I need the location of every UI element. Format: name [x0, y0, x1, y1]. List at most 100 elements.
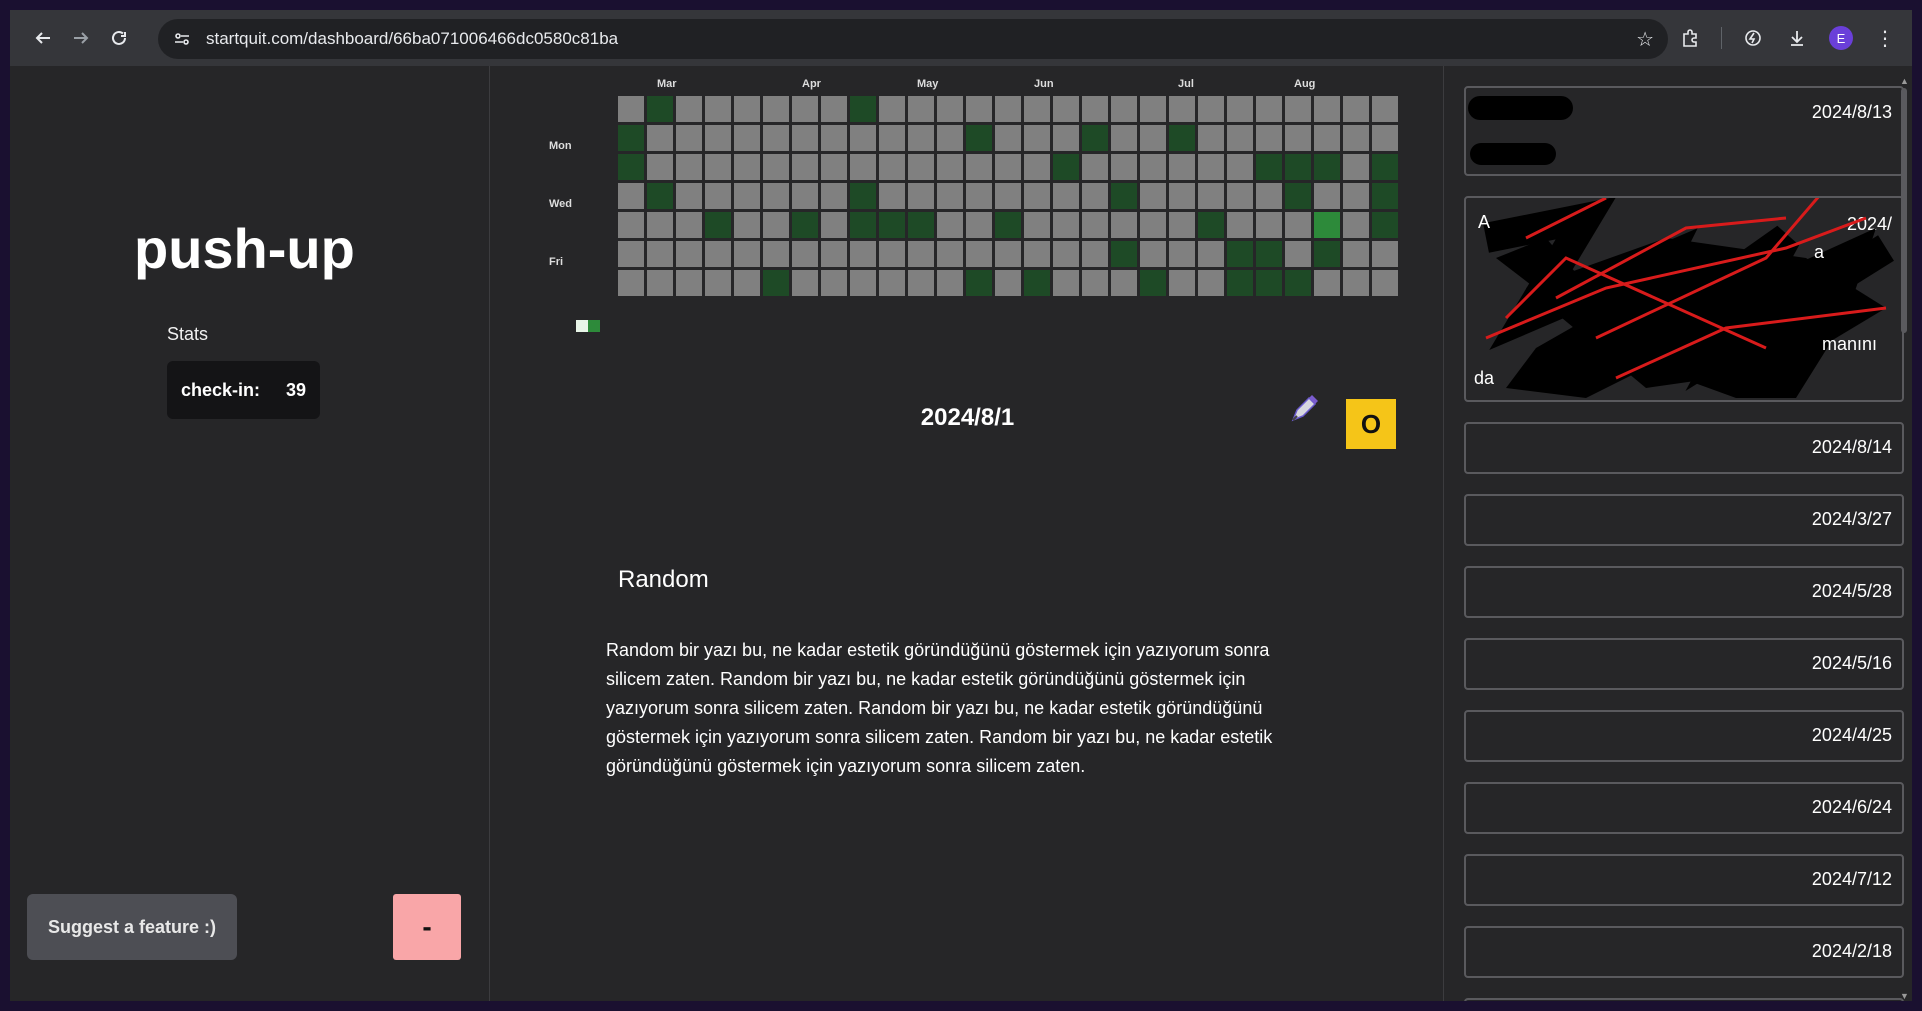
- heatmap-cell[interactable]: [1314, 183, 1340, 209]
- heatmap-cell[interactable]: [1111, 241, 1137, 267]
- heatmap-cell[interactable]: [1024, 125, 1050, 151]
- heatmap-cell[interactable]: [1198, 125, 1224, 151]
- heatmap-cell[interactable]: [792, 183, 818, 209]
- heatmap-cell[interactable]: [734, 125, 760, 151]
- heatmap-cell[interactable]: [705, 154, 731, 180]
- heatmap-cell[interactable]: [1343, 96, 1369, 122]
- heatmap-cell[interactable]: [879, 241, 905, 267]
- heatmap-cell[interactable]: [1082, 154, 1108, 180]
- heatmap-cell[interactable]: [792, 212, 818, 238]
- heatmap-cell[interactable]: [1024, 212, 1050, 238]
- heatmap-cell[interactable]: [1140, 183, 1166, 209]
- heatmap-cell[interactable]: [1372, 96, 1398, 122]
- entry-card[interactable]: 2024/4/25: [1464, 710, 1904, 762]
- heatmap-cell[interactable]: [1372, 183, 1398, 209]
- heatmap-cell[interactable]: [647, 96, 673, 122]
- heatmap-cell[interactable]: [647, 183, 673, 209]
- heatmap-cell[interactable]: [1314, 212, 1340, 238]
- heatmap-cell[interactable]: [1140, 125, 1166, 151]
- heatmap-cell[interactable]: [1256, 154, 1282, 180]
- heatmap-cell[interactable]: [1314, 241, 1340, 267]
- address-bar[interactable]: startquit.com/dashboard/66ba071006466dc0…: [158, 19, 1668, 59]
- heatmap-cell[interactable]: [966, 154, 992, 180]
- bookmark-star-icon[interactable]: ☆: [1636, 27, 1654, 52]
- heatmap-cell[interactable]: [1256, 270, 1282, 296]
- heatmap-cell[interactable]: [705, 96, 731, 122]
- heatmap-cell[interactable]: [1169, 270, 1195, 296]
- heatmap-cell[interactable]: [1343, 212, 1369, 238]
- entry-card[interactable]: 2024/8/14: [1464, 422, 1904, 474]
- heatmap-cell[interactable]: [821, 241, 847, 267]
- heatmap-cell[interactable]: [763, 270, 789, 296]
- heatmap-cell[interactable]: [676, 212, 702, 238]
- heatmap-cell[interactable]: [908, 270, 934, 296]
- heatmap-cell[interactable]: [734, 212, 760, 238]
- heatmap-cell[interactable]: [1285, 125, 1311, 151]
- heatmap-cell[interactable]: [734, 154, 760, 180]
- heatmap-cell[interactable]: [966, 212, 992, 238]
- heatmap-cell[interactable]: [734, 270, 760, 296]
- more-menu-icon[interactable]: ⋮: [1866, 19, 1904, 57]
- heatmap-cell[interactable]: [1053, 241, 1079, 267]
- profile-avatar[interactable]: E: [1822, 19, 1860, 57]
- heatmap-cell[interactable]: [647, 154, 673, 180]
- heatmap-cell[interactable]: [734, 96, 760, 122]
- forward-arrow-icon[interactable]: [62, 19, 100, 57]
- heatmap-cell[interactable]: [1169, 241, 1195, 267]
- o-button[interactable]: O: [1346, 399, 1396, 449]
- heatmap-cell[interactable]: [850, 241, 876, 267]
- heatmap-cell[interactable]: [995, 154, 1021, 180]
- heatmap-cell[interactable]: [763, 154, 789, 180]
- heatmap-cell[interactable]: [1053, 125, 1079, 151]
- heatmap-cell[interactable]: [1227, 96, 1253, 122]
- reload-icon[interactable]: [100, 19, 138, 57]
- heatmap-cell[interactable]: [1111, 96, 1137, 122]
- heatmap-cell[interactable]: [618, 270, 644, 296]
- heatmap-cell[interactable]: [734, 183, 760, 209]
- minus-button[interactable]: -: [393, 894, 461, 960]
- entry-card[interactable]: 2024/3/27: [1464, 494, 1904, 546]
- heatmap-cell[interactable]: [1256, 125, 1282, 151]
- back-arrow-icon[interactable]: [24, 19, 62, 57]
- heatmap-cell[interactable]: [763, 125, 789, 151]
- heatmap-cell[interactable]: [705, 241, 731, 267]
- heatmap-cell[interactable]: [937, 270, 963, 296]
- heatmap-cell[interactable]: [618, 154, 644, 180]
- scrollbar-thumb[interactable]: [1901, 88, 1907, 333]
- heatmap-cell[interactable]: [1169, 125, 1195, 151]
- heatmap-cell[interactable]: [908, 154, 934, 180]
- heatmap-cell[interactable]: [792, 154, 818, 180]
- heatmap-cell[interactable]: [937, 154, 963, 180]
- heatmap-cell[interactable]: [705, 183, 731, 209]
- heatmap-cell[interactable]: [966, 270, 992, 296]
- heatmap-cell[interactable]: [1024, 154, 1050, 180]
- heatmap-cell[interactable]: [1227, 154, 1253, 180]
- heatmap-cell[interactable]: [1314, 154, 1340, 180]
- heatmap-cell[interactable]: [1053, 96, 1079, 122]
- heatmap-cell[interactable]: [1082, 241, 1108, 267]
- heatmap-cell[interactable]: [937, 241, 963, 267]
- entry-card-redacted[interactable]: 2024/ A da a manını: [1464, 196, 1904, 402]
- heatmap-cell[interactable]: [1343, 241, 1369, 267]
- heatmap-cell[interactable]: [734, 241, 760, 267]
- heatmap-cell[interactable]: [1082, 270, 1108, 296]
- heatmap-cell[interactable]: [1227, 125, 1253, 151]
- entry-card[interactable]: 2024/5/28: [1464, 566, 1904, 618]
- entry-card[interactable]: [1464, 998, 1904, 1001]
- entry-card[interactable]: 2024/7/12: [1464, 854, 1904, 906]
- entry-card[interactable]: 2024/6/24: [1464, 782, 1904, 834]
- heatmap-cell[interactable]: [879, 212, 905, 238]
- heatmap-cell[interactable]: [647, 241, 673, 267]
- heatmap-cell[interactable]: [850, 96, 876, 122]
- heatmap-cell[interactable]: [1285, 183, 1311, 209]
- heatmap-cell[interactable]: [908, 241, 934, 267]
- heatmap-cell[interactable]: [908, 212, 934, 238]
- heatmap-cell[interactable]: [1198, 96, 1224, 122]
- heatmap-cell[interactable]: [937, 96, 963, 122]
- heatmap-cell[interactable]: [966, 241, 992, 267]
- heatmap-cell[interactable]: [1372, 125, 1398, 151]
- heatmap-cell[interactable]: [1372, 241, 1398, 267]
- heatmap-cell[interactable]: [618, 125, 644, 151]
- heatmap-cell[interactable]: [763, 241, 789, 267]
- heatmap-cell[interactable]: [850, 270, 876, 296]
